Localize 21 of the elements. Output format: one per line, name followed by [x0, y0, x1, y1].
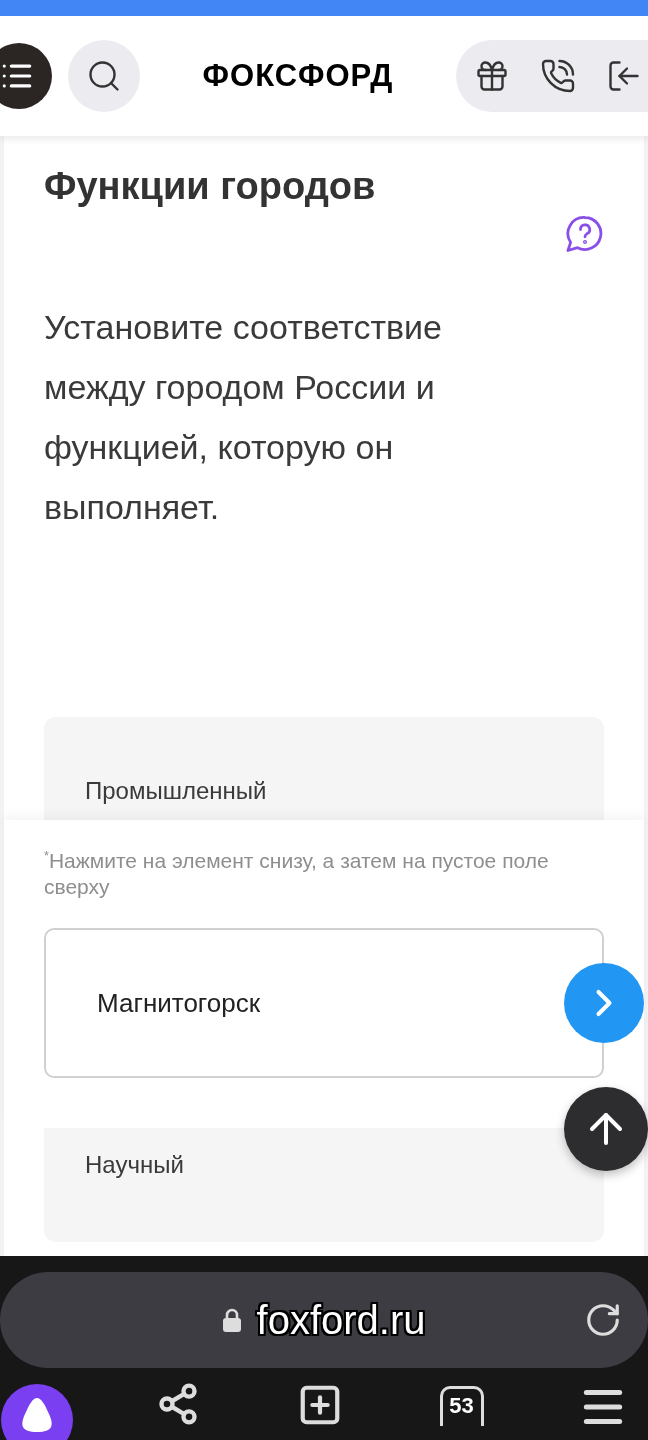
site-logo[interactable]: ФОКСФОРД: [156, 58, 440, 94]
drop-field[interactable]: Промышленный: [44, 717, 604, 820]
assistant-icon[interactable]: [0, 1384, 73, 1440]
task-text: Установите соответствие между городом России и функцией, которую он выполняет.: [44, 307, 443, 528]
address-field[interactable]: foxford.ru: [0, 1272, 648, 1368]
login-icon[interactable]: [606, 58, 642, 94]
function-label: Научный: [85, 1151, 184, 1179]
gift-icon[interactable]: [474, 58, 510, 94]
function-label: Промышленный: [85, 777, 267, 805]
reload-icon[interactable]: [584, 1301, 622, 1339]
lock-icon: [222, 1308, 241, 1332]
hint-text: $^{*}$Нажмите на элемент снизу, а затем на пустое поле сверху: [44, 848, 550, 900]
city-card[interactable]: Магнитогорск: [44, 928, 604, 1078]
help-icon[interactable]: [564, 214, 604, 254]
menu-button[interactable]: [0, 43, 52, 109]
search-icon: [86, 58, 122, 94]
drop-field[interactable]: Научный: [44, 1128, 604, 1242]
phone-icon[interactable]: [540, 58, 576, 94]
url-text: foxford.ru: [256, 1297, 426, 1343]
tabs-button[interactable]: 53: [439, 1386, 484, 1426]
task-title: Функции городов: [44, 164, 377, 209]
